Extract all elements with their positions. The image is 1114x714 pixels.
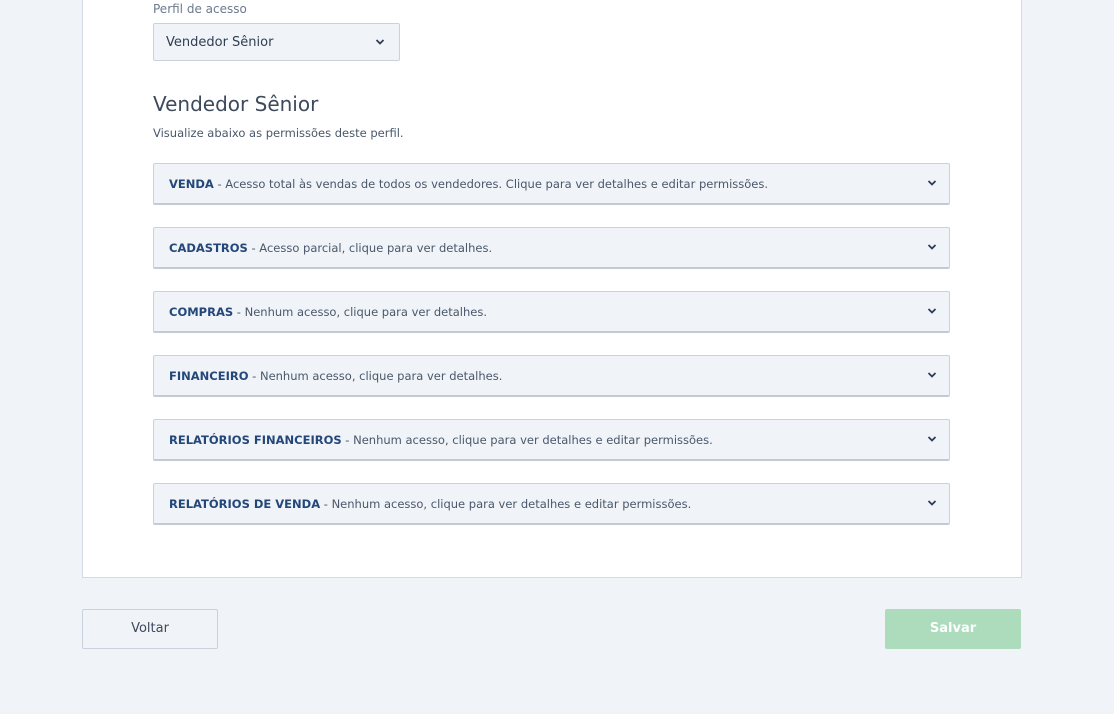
permission-description: - Nenhum acesso, clique para ver detalhe…	[233, 305, 487, 319]
permission-name: VENDA	[169, 177, 214, 191]
permission-item-compras[interactable]: COMPRAS - Nenhum acesso, clique para ver…	[153, 291, 950, 333]
permission-name: RELATÓRIOS FINANCEIROS	[169, 433, 342, 447]
permission-item-cadastros[interactable]: CADASTROS - Acesso parcial, clique para …	[153, 227, 950, 269]
profile-subtitle: Visualize abaixo as permissões deste per…	[153, 126, 404, 140]
permission-description: - Nenhum acesso, clique para ver detalhe…	[320, 497, 692, 511]
profile-select[interactable]: Vendedor Sênior	[153, 23, 400, 61]
permission-description: - Nenhum acesso, clique para ver detalhe…	[248, 369, 503, 383]
permission-description: - Nenhum acesso, clique para ver detalhe…	[341, 433, 713, 447]
permission-description: - Acesso total às vendas de todos os ven…	[213, 177, 769, 191]
permission-item-financeiro[interactable]: FINANCEIRO - Nenhum acesso, clique para …	[153, 355, 950, 397]
chevron-down-icon	[927, 306, 937, 318]
chevron-down-icon	[927, 242, 937, 254]
permission-name: CADASTROS	[169, 241, 248, 255]
permission-name: RELATÓRIOS DE VENDA	[169, 497, 321, 511]
chevron-down-icon	[927, 498, 937, 510]
permission-item-relatorios-de-venda[interactable]: RELATÓRIOS DE VENDA - Nenhum acesso, cli…	[153, 483, 950, 525]
permission-item-relatorios-financeiros[interactable]: RELATÓRIOS FINANCEIROS - Nenhum acesso, …	[153, 419, 950, 461]
chevron-down-icon	[927, 370, 937, 382]
back-button[interactable]: Voltar	[82, 609, 218, 649]
profile-title: Vendedor Sênior	[153, 92, 319, 116]
profile-card: Perfil de acesso Vendedor Sênior Vendedo…	[82, 0, 1022, 578]
profile-field-label: Perfil de acesso	[153, 2, 247, 16]
chevron-down-icon	[927, 178, 937, 190]
permission-name: COMPRAS	[169, 305, 234, 319]
permission-item-venda[interactable]: VENDA - Acesso total às vendas de todos …	[153, 163, 950, 205]
save-button[interactable]: Salvar	[885, 609, 1021, 649]
chevron-down-icon	[375, 37, 385, 49]
permission-name: FINANCEIRO	[169, 369, 249, 383]
permission-description: - Acesso parcial, clique para ver detalh…	[247, 241, 493, 255]
chevron-down-icon	[927, 434, 937, 446]
profile-select-value: Vendedor Sênior	[166, 35, 274, 50]
